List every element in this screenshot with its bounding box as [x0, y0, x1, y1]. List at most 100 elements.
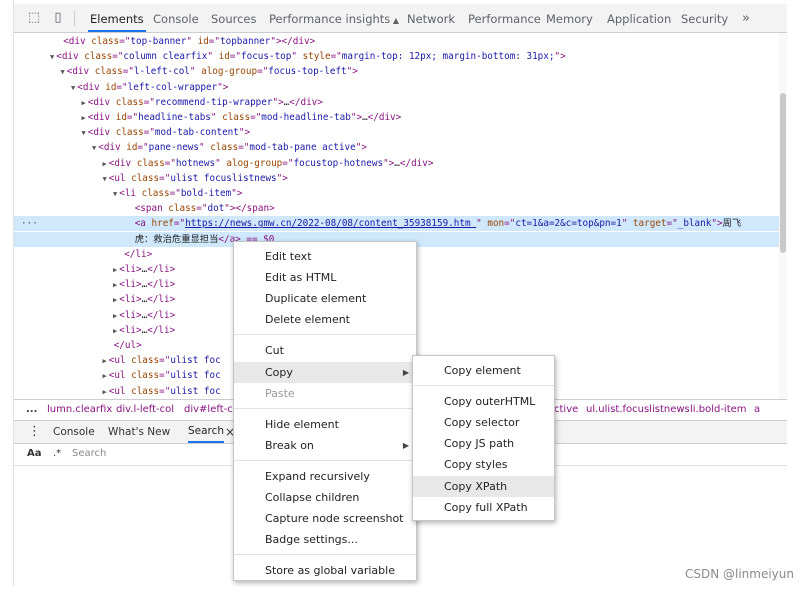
tab-security[interactable]: Security	[681, 4, 728, 32]
tab-memory[interactable]: Memory	[546, 4, 593, 32]
collapsed-triangle-icon[interactable]: ▶	[113, 266, 117, 274]
collapsed-triangle-icon[interactable]: ▶	[103, 357, 107, 365]
code-token: ="	[164, 157, 176, 169]
more-tabs-icon[interactable]: »	[742, 4, 750, 32]
kebab-icon[interactable]: ⋮	[28, 421, 41, 443]
code-token: <ul	[108, 370, 132, 382]
collapsed-triangle-icon[interactable]: ▶	[82, 114, 86, 122]
expanded-triangle-icon[interactable]: ▼	[92, 144, 96, 152]
menu-item-badge-settings[interactable]: Badge settings...	[234, 529, 416, 550]
drawer-tab-search[interactable]: Search	[188, 421, 225, 443]
submenu-arrow-icon: ▶	[402, 367, 409, 377]
collapsed-triangle-icon[interactable]: ▶	[113, 296, 117, 304]
menu-item-label: Copy selector	[444, 416, 520, 430]
expanded-triangle-icon[interactable]: ▼	[50, 53, 54, 61]
breadcrumb-item[interactable]: ul.ulist.focuslistnews	[586, 400, 690, 420]
match-case-toggle[interactable]: Aa	[27, 443, 42, 465]
tab-application[interactable]: Application	[607, 4, 671, 32]
menu-item-collapse-children[interactable]: Collapse children	[234, 487, 416, 508]
code-token: bold-item	[180, 188, 232, 199]
collapsed-triangle-icon[interactable]: ▶	[103, 388, 107, 396]
tab-performance-insights[interactable]: Performance insights ▲	[269, 4, 399, 32]
expanded-triangle-icon[interactable]: ▼	[61, 68, 65, 76]
collapsed-triangle-icon[interactable]: ▶	[103, 160, 107, 168]
drawer-tab-console[interactable]: Console	[53, 421, 95, 443]
menu-item-copy-js-path[interactable]: Copy JS path	[413, 433, 554, 454]
drawer-tab-whats-new[interactable]: What's New	[108, 421, 170, 443]
toolbar-divider	[74, 11, 75, 26]
breadcrumb-item[interactable]: a	[754, 400, 760, 420]
selected-node-line[interactable]: ··· <a href="https://news.gmw.cn/2022-08…	[14, 216, 786, 232]
tab-sources[interactable]: Sources	[211, 4, 257, 32]
menu-item-edit-text[interactable]: Edit text	[234, 246, 416, 267]
menu-item-copy-full-xpath[interactable]: Copy full XPath	[413, 497, 554, 518]
scrollbar-thumb[interactable]	[780, 93, 786, 253]
breadcrumb-item[interactable]: li.bold-item	[690, 400, 747, 420]
code-token: pane-news	[148, 142, 199, 154]
menu-item-label: Cut	[265, 344, 284, 358]
code-token: </li>	[124, 248, 153, 260]
regex-toggle[interactable]: .*	[53, 443, 61, 465]
code-token: <div	[87, 112, 116, 123]
menu-item-copy-styles[interactable]: Copy styles	[413, 454, 554, 475]
menu-item-copy-xpath[interactable]: Copy XPath	[413, 475, 554, 497]
menu-item-copy-selector[interactable]: Copy selector	[413, 412, 554, 433]
menu-item-label: Paste	[265, 386, 295, 400]
expanded-triangle-icon[interactable]: ▼	[113, 190, 117, 198]
menu-item-copy-element[interactable]: Copy element	[413, 360, 554, 381]
code-token: id	[115, 112, 127, 123]
menu-item-cut[interactable]: Cut	[234, 340, 416, 361]
code-token: ="	[169, 188, 181, 199]
dom-node-content: ▶ <li>…</li>	[113, 277, 175, 293]
inspect-element-icon[interactable]: ⬚	[26, 10, 42, 26]
dom-node-content: <a href="https://news.gmw.cn/2022-08/08/…	[124, 216, 741, 231]
menu-item-label: Hide element	[265, 417, 339, 431]
expanded-triangle-icon[interactable]: ▼	[103, 175, 107, 183]
code-token: focustop-hotnews	[293, 157, 384, 169]
menu-item-copy-outerhtml[interactable]: Copy outerHTML	[413, 391, 554, 412]
code-token: class	[84, 51, 113, 63]
collapsed-triangle-icon[interactable]: ▶	[113, 312, 117, 320]
menu-item-expand-recursively[interactable]: Expand recursively	[234, 466, 416, 487]
expanded-triangle-icon[interactable]: ▼	[71, 84, 75, 92]
href-link[interactable]: https://news.gmw.cn/2022-08/08/content_3…	[185, 218, 476, 229]
menu-item-copy[interactable]: Copy ▶	[234, 361, 416, 383]
dom-tree-scrollbar[interactable]	[779, 33, 787, 399]
menu-item-break-on[interactable]: Break on ▶	[234, 435, 416, 456]
code-token: ">	[711, 218, 723, 230]
menu-item-delete-element[interactable]: Delete element	[234, 309, 416, 330]
dom-node-content: ▼ <div class="l-left-col" alog-group="foc…	[61, 64, 358, 80]
tab-performance[interactable]: Performance	[468, 4, 541, 32]
collapsed-triangle-icon[interactable]: ▶	[113, 327, 117, 335]
menu-item-hide-element[interactable]: Hide element	[234, 414, 416, 435]
dom-node-content: ▶ <div class="recommend-tip-wrapper">…</d…	[82, 95, 323, 111]
search-input[interactable]: Search	[72, 443, 106, 465]
collapsed-triangle-icon[interactable]: ▶	[82, 99, 86, 107]
tab-console[interactable]: Console	[153, 4, 199, 32]
code-token: class	[131, 355, 160, 367]
menu-item-capture-node-screenshot[interactable]: Capture node screenshot	[234, 508, 416, 529]
breadcrumb-overflow[interactable]: ...	[26, 400, 37, 420]
breadcrumb-item[interactable]: div.l-left-col	[116, 400, 174, 420]
tab-network[interactable]: Network	[407, 4, 455, 32]
dom-node-content: <div class="top-banner" id="topbanner"><…	[52, 34, 315, 49]
breadcrumb-item[interactable]: lumn.clearfix	[47, 400, 112, 420]
code-token: ="	[173, 218, 186, 230]
breadcrumb-item[interactable]: ctive	[554, 400, 578, 420]
menu-item-label: Badge settings...	[265, 533, 358, 547]
tab-elements[interactable]: Elements	[88, 4, 146, 32]
menu-item-duplicate-element[interactable]: Duplicate element	[234, 288, 416, 309]
code-token: dot	[207, 203, 225, 215]
menu-item-label: Expand recursively	[265, 469, 370, 483]
breadcrumb-item[interactable]: div#left-c	[184, 400, 233, 420]
code-token: "	[210, 112, 223, 123]
device-toolbar-icon[interactable]: ▯	[50, 10, 66, 26]
collapsed-triangle-icon[interactable]: ▶	[103, 372, 107, 380]
context-menu: Edit text Edit as HTML Duplicate element De…	[233, 241, 417, 581]
collapsed-triangle-icon[interactable]: ▶	[113, 281, 117, 289]
menu-item-edit-as-html[interactable]: Edit as HTML	[234, 267, 416, 288]
expanded-triangle-icon[interactable]: ▼	[82, 129, 86, 137]
code-token: class	[115, 127, 144, 139]
code-token: ="	[159, 355, 171, 367]
menu-item-store-as-global-variable[interactable]: Store as global variable	[234, 560, 416, 581]
